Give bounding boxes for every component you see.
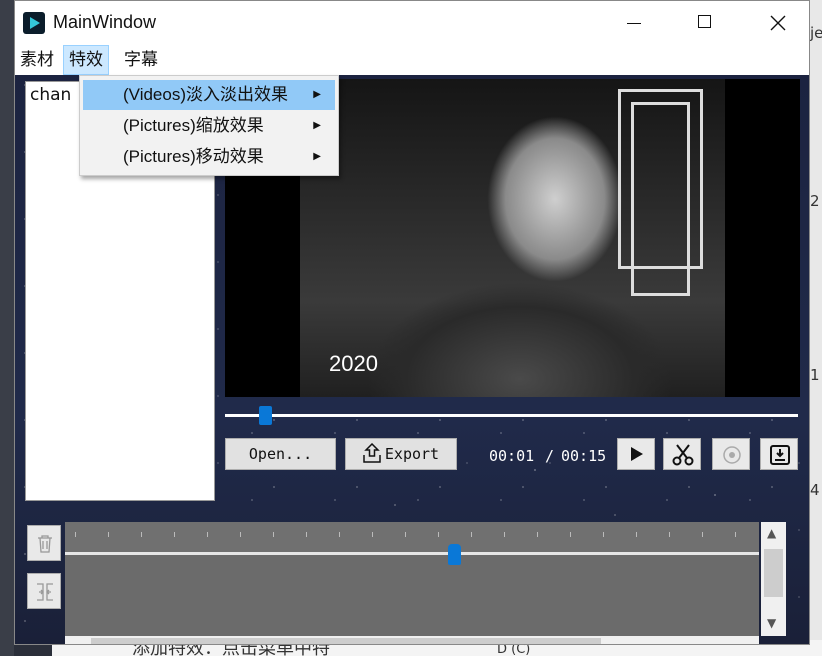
timeline-tick [240, 532, 241, 537]
menu-item-label: (Pictures)缩放效果 [123, 116, 264, 135]
main-window: MainWindow 素材 特效 字幕 chan 2020 Open... Ex… [14, 0, 810, 645]
close-button[interactable] [755, 1, 801, 45]
timeline-tick [207, 532, 208, 537]
submenu-arrow-icon: ▶ [313, 89, 321, 100]
desktop-left-edge [0, 0, 14, 656]
timeline-tick [438, 532, 439, 537]
video-frame [300, 79, 725, 397]
play-button[interactable] [617, 438, 655, 470]
timeline-tick [603, 532, 604, 537]
menu-materials[interactable]: 素材 [15, 45, 59, 75]
menu-item-label: (Videos)淡入淡出效果 [123, 85, 288, 104]
timeline-tick [273, 532, 274, 537]
timeline-playhead[interactable] [447, 544, 461, 565]
timeline-tick [669, 532, 670, 537]
submenu-arrow-icon: ▶ [313, 120, 321, 131]
merge-clips-button[interactable] [27, 573, 61, 609]
maximize-icon [698, 15, 711, 28]
record-button[interactable] [712, 438, 750, 470]
scroll-down-icon[interactable]: ▼ [767, 616, 776, 630]
play-icon [631, 447, 643, 461]
export-icon [363, 443, 381, 463]
menu-subtitles[interactable]: 字幕 [119, 45, 163, 75]
timeline-tick [405, 532, 406, 537]
scrollbar-thumb[interactable] [764, 549, 783, 597]
export-button[interactable]: Export [345, 438, 457, 470]
time-separator: / [545, 447, 555, 465]
timeline[interactable] [65, 522, 769, 636]
maximize-button[interactable] [681, 1, 727, 45]
desktop-text: je [810, 24, 822, 42]
timeline-tick [108, 532, 109, 537]
timeline-tick [306, 532, 307, 537]
scroll-up-icon[interactable]: ▲ [767, 526, 776, 540]
timeline-tick [471, 532, 472, 537]
video-caption: 2020 [329, 351, 378, 376]
desktop-text: 2 [810, 192, 820, 210]
timeline-tick [141, 532, 142, 537]
timeline-vertical-scrollbar[interactable]: ▲ ▼ [761, 522, 786, 636]
scissors-icon [672, 444, 694, 466]
progress-slider-handle[interactable] [259, 406, 273, 425]
timeline-tick [702, 532, 703, 537]
menu-effects[interactable]: 特效 [63, 45, 109, 75]
minimize-icon [627, 23, 641, 24]
desktop-text: 4 [810, 481, 820, 499]
progress-slider-track[interactable] [225, 414, 798, 417]
timeline-tick [735, 532, 736, 537]
timeline-tick [75, 532, 76, 537]
timeline-horizontal-scrollbar[interactable] [65, 636, 759, 644]
app-icon [23, 12, 45, 34]
snapshot-button[interactable] [760, 438, 798, 470]
menu-item-label: (Pictures)移动效果 [123, 147, 264, 166]
menu-item-video-fade[interactable]: (Videos)淡入淡出效果 ▶ [83, 80, 335, 110]
timeline-tick [636, 532, 637, 537]
minimize-button[interactable] [611, 1, 657, 45]
timeline-ruler [65, 522, 769, 552]
trash-icon [38, 535, 52, 553]
menu-item-picture-zoom[interactable]: (Pictures)缩放效果 ▶ [83, 111, 335, 141]
submenu-arrow-icon: ▶ [313, 151, 321, 162]
desktop-right-edge: je 2 1 4 [810, 0, 822, 656]
window-title: MainWindow [53, 12, 157, 32]
open-button[interactable]: Open... [225, 438, 336, 470]
menu-item-picture-move[interactable]: (Pictures)移动效果 ▶ [83, 142, 335, 172]
export-label: Export [384, 445, 440, 463]
merge-icon [37, 583, 53, 601]
time-current: 00:01 [489, 447, 535, 465]
title-bar[interactable]: MainWindow [15, 1, 809, 45]
delete-clip-button[interactable] [27, 525, 61, 561]
timeline-track [65, 552, 759, 555]
effects-dropdown-menu: (Videos)淡入淡出效果 ▶ (Pictures)缩放效果 ▶ (Pictu… [79, 75, 339, 176]
timeline-tick [372, 532, 373, 537]
menu-bar: 素材 特效 字幕 [15, 45, 809, 75]
record-icon [723, 446, 741, 464]
timeline-tick [570, 532, 571, 537]
timeline-tick [339, 532, 340, 537]
scrollbar-thumb[interactable] [91, 638, 601, 644]
list-item[interactable]: chan [30, 85, 71, 105]
timeline-tick [537, 532, 538, 537]
close-icon [770, 15, 786, 31]
cut-button[interactable] [663, 438, 701, 470]
video-background-door [618, 89, 703, 296]
desktop-text: 1 [810, 366, 820, 384]
save-frame-icon [770, 445, 790, 465]
time-total: 00:15 [561, 447, 607, 465]
timeline-tick [174, 532, 175, 537]
timeline-tick [504, 532, 505, 537]
